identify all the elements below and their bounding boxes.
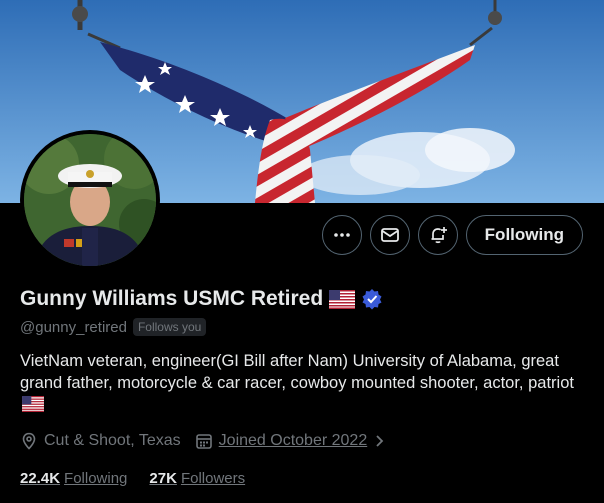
bio-text: VietNam veteran, engineer(GI Bill after … xyxy=(20,352,574,392)
display-name: Gunny Williams USMC Retired xyxy=(20,287,324,310)
verified-badge-icon[interactable] xyxy=(361,288,383,310)
profile-bio: VietNam veteran, engineer(GI Bill after … xyxy=(20,350,590,416)
profile-actions: Following xyxy=(321,215,583,255)
joined-date-link[interactable]: Joined October 2022 xyxy=(219,432,368,450)
message-icon xyxy=(380,228,399,242)
following-button[interactable]: Following xyxy=(465,215,583,255)
notifications-button[interactable] xyxy=(417,215,458,255)
followers-label: Followers xyxy=(180,470,246,487)
handle-row: @gunny_retired Follows you xyxy=(20,318,207,336)
avatar-photo xyxy=(24,134,156,266)
bell-plus-icon xyxy=(431,227,447,244)
chevron-right-icon xyxy=(376,435,384,447)
calendar-icon xyxy=(195,434,212,449)
message-button[interactable] xyxy=(369,215,410,255)
us-flag-icon xyxy=(329,289,356,309)
location-item: Cut & Shoot, Texas xyxy=(20,432,181,450)
following-count-link[interactable]: 22.4K Following xyxy=(20,470,127,487)
profile-handle: @gunny_retired xyxy=(20,318,127,336)
profile-meta: Cut & Shoot, Texas Joined October 2022 xyxy=(20,432,387,450)
profile-avatar[interactable] xyxy=(20,130,160,270)
followers-count: 27K xyxy=(149,470,177,487)
more-button[interactable] xyxy=(321,215,362,255)
profile-name-row: Gunny Williams USMC Retired xyxy=(20,287,383,311)
profile-stats: 22.4K Following 27K Followers xyxy=(20,470,245,487)
more-icon xyxy=(333,233,350,237)
location-text: Cut & Shoot, Texas xyxy=(44,432,181,449)
us-flag-icon xyxy=(22,396,44,412)
following-label: Following xyxy=(64,470,128,487)
joined-item[interactable]: Joined October 2022 xyxy=(195,432,388,450)
following-count: 22.4K xyxy=(20,470,61,487)
location-pin-icon xyxy=(22,432,36,450)
followers-count-link[interactable]: 27K Followers xyxy=(149,470,245,487)
follows-you-badge: Follows you xyxy=(132,318,207,336)
